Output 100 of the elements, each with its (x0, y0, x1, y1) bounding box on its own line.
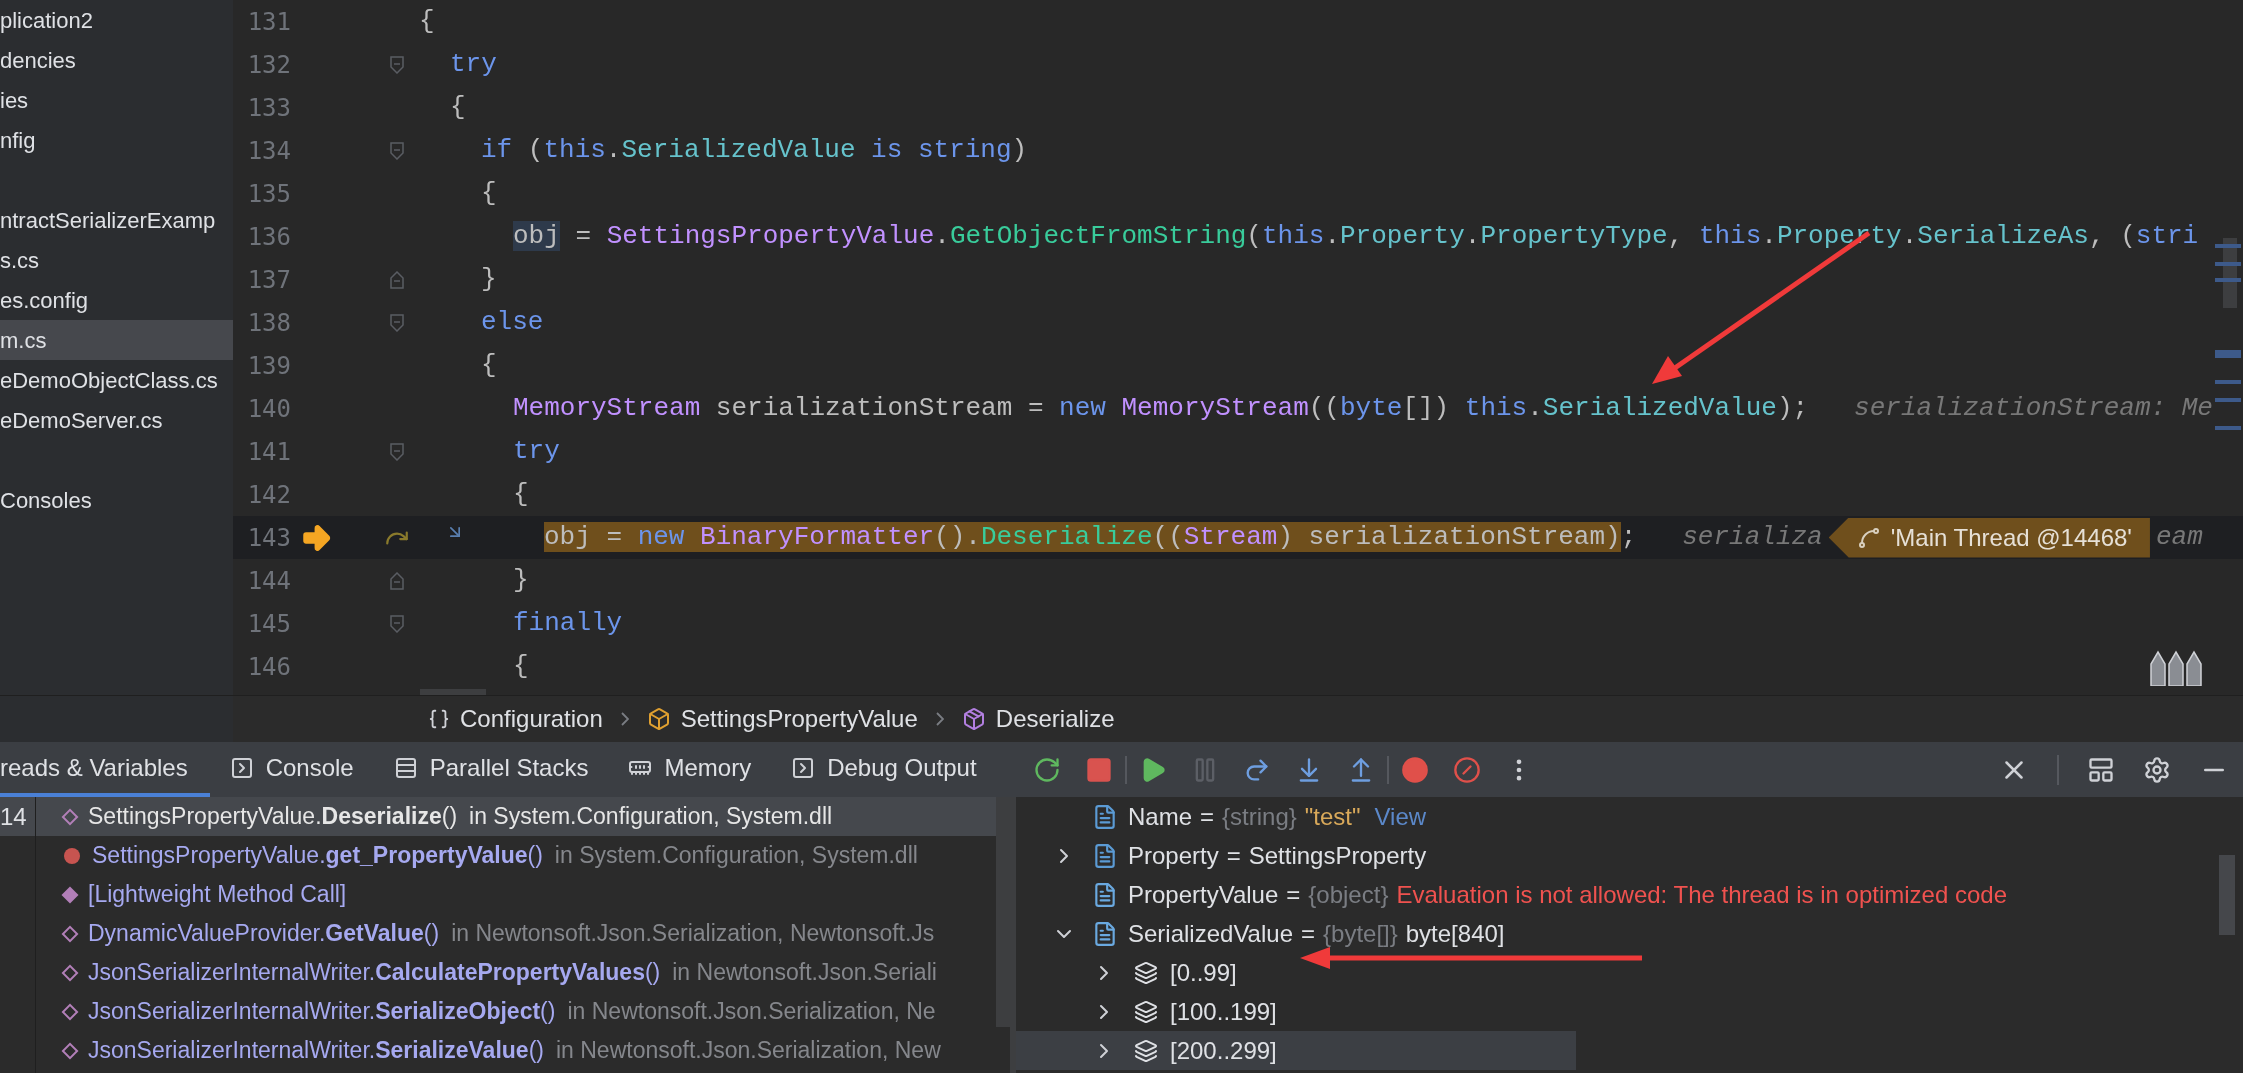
frame-row[interactable]: SettingsPropertyValue.get_PropertyValue() in System.Configuration, System.dll (36, 836, 996, 875)
file-tree-item[interactable]: es.config (0, 280, 233, 320)
code-line: try (513, 435, 560, 468)
layout-icon[interactable] (2087, 755, 2115, 784)
array-icon (1134, 1038, 1158, 1063)
code-line: { (513, 478, 529, 511)
breakpoints-icon[interactable] (1400, 755, 1429, 784)
fold-marker-icon[interactable] (390, 141, 404, 160)
code-line: { (481, 177, 497, 210)
variable-type: {string} (1222, 801, 1297, 832)
line-number: 136 (246, 221, 291, 253)
chevron-icon (935, 712, 944, 726)
rerun-icon[interactable] (1032, 755, 1061, 784)
variable-name: Property (1128, 840, 1219, 871)
tool-tab[interactable]: Console (209, 742, 374, 797)
line-number: 133 (246, 92, 291, 124)
file-tree-item[interactable]: ntractSerializerExamp (0, 200, 233, 240)
file-tree-item[interactable]: ies (0, 80, 233, 120)
fold-marker-icon[interactable] (390, 571, 404, 590)
console-icon (229, 755, 254, 780)
variable-type: {object} (1308, 879, 1389, 910)
code-line: } (481, 263, 497, 296)
file-tree-item[interactable]: Consoles (0, 480, 233, 520)
code-line: { (450, 91, 466, 124)
frame-row[interactable]: SettingsPropertyValue.Deserialize() in System.Configuration, System.dll (36, 797, 996, 836)
assignment-operator: = (1301, 918, 1315, 949)
breakpoint-icon (64, 847, 80, 864)
frame-location: in Newtonsoft.Json.Serialization, New (555, 1036, 941, 1066)
breadcrumb-item[interactable]: SettingsPropertyValue (680, 701, 918, 737)
line-number: 142 (246, 479, 291, 511)
variable-value: Evaluation is not allowed: The thread is in optimized code (1396, 879, 2007, 910)
frame-location: in Newtonsoft.Json.Serialization, Ne (567, 997, 936, 1027)
code-line: { (481, 349, 497, 382)
frame-name: DynamicValueProvider.GetValue() (88, 919, 440, 949)
code-line: obj = new BinaryFormatter().Deserialize((Stream) serializationStream); (544, 521, 1637, 554)
frame-icon (61, 964, 79, 981)
file-tree-item[interactable]: eDemoObjectClass.cs (0, 360, 233, 400)
mute-breakpoints-icon[interactable] (1452, 755, 1481, 784)
breadcrumb-item[interactable]: Configuration (460, 701, 603, 737)
line-number: 134 (246, 135, 291, 167)
line-number: 137 (246, 264, 291, 296)
file-tree-item[interactable]: s.cs (0, 240, 233, 280)
field-icon (1092, 842, 1118, 869)
frame-name: SettingsPropertyValue.get_PropertyValue() (92, 841, 543, 871)
frame-row[interactable]: JsonSerializerInternalWriter.CalculatePropertyValues() in Newtonsoft.Json.Seriali (36, 953, 996, 992)
variables-scrollbar[interactable] (2219, 855, 2235, 935)
tool-tab[interactable]: Debug Output (771, 742, 997, 797)
fold-marker-icon[interactable] (390, 270, 404, 289)
horizontal-scrollbar[interactable] (420, 689, 486, 695)
fold-marker-icon[interactable] (390, 313, 404, 332)
frame-location: in System.Configuration, System.dll (469, 802, 833, 832)
tool-tab[interactable]: Memory (608, 742, 772, 797)
property-icon (1092, 920, 1118, 947)
fold-marker-icon[interactable] (390, 442, 404, 461)
fold-marker-icon[interactable] (390, 614, 404, 633)
frame-name: JsonSerializerInternalWriter.CalculatePropertyValues() (88, 958, 661, 988)
frame-row[interactable]: DynamicValueProvider.GetValue() in Newtonsoft.Json.Serialization, Newtonsoft.Js (36, 914, 996, 953)
view-link[interactable]: View (1374, 798, 1427, 835)
code-line: { (419, 5, 435, 38)
frame-row[interactable]: [Lightweight Method Call] (36, 875, 996, 914)
assignment-operator: = (1200, 801, 1215, 832)
frame-row[interactable]: JsonSerializerInternalWriter.SerializeObject() in Newtonsoft.Json.Serialization, Ne (36, 992, 996, 1031)
pencils-icon[interactable] (2149, 650, 2203, 686)
code-line: MemoryStream serializationStream = new MemoryStream((byte[]) this.SerializedValue); (513, 392, 1809, 425)
thread-icon (1856, 525, 1881, 550)
file-tree-item[interactable]: plication2 (0, 0, 233, 40)
file-tree-item[interactable]: eDemoServer.cs (0, 400, 233, 440)
line-number: 139 (246, 350, 291, 382)
frame-row[interactable]: JsonSerializerInternalWriter.SerializeValue() in Newtonsoft.Json.Serialization, New (36, 1031, 996, 1070)
file-tree-item[interactable]: m.cs (0, 320, 233, 360)
frame-icon (61, 925, 79, 942)
assignment-operator: = (1226, 840, 1241, 871)
frame-location: in Newtonsoft.Json.Serialization, Newtonsoft.Js (451, 919, 935, 949)
range-label: [200..299] (1170, 1035, 1277, 1066)
file-tree-item[interactable]: dencies (0, 40, 233, 80)
frame-location: in Newtonsoft.Json.Seriali (672, 958, 937, 988)
line-number: 146 (246, 651, 291, 683)
array-range-row[interactable]: [0..99] (1016, 953, 1576, 992)
tool-tab[interactable]: Parallel Stacks (373, 742, 609, 797)
frame-icon (61, 808, 79, 825)
thread-label: 'Main Thread @14468' (1890, 522, 2132, 553)
variable-value: SettingsProperty (1248, 840, 1427, 871)
breadcrumb-item[interactable]: Deserialize (995, 701, 1115, 737)
frame-name: SettingsPropertyValue.Deserialize() (88, 802, 458, 832)
code-line: } (513, 564, 529, 597)
settings-icon[interactable] (2143, 755, 2171, 784)
file-tree-item[interactable]: nfig (0, 120, 233, 160)
stacks-icon (393, 755, 418, 780)
fold-marker-icon[interactable] (390, 55, 404, 74)
variable-name: SerializedValue (1128, 918, 1293, 949)
inline-hint: eam (2155, 521, 2203, 554)
thread-item[interactable]: 14 (0, 797, 35, 836)
frame-icon (61, 1042, 79, 1059)
line-number: 140 (246, 393, 291, 425)
frame-location: in System.Configuration, System.dll (554, 841, 918, 871)
stop-icon[interactable] (1084, 755, 1113, 784)
method-icon (961, 707, 986, 731)
array-range-row[interactable]: [100..199] (1016, 992, 1576, 1031)
array-range-row[interactable]: [200..299] (1016, 1031, 1576, 1070)
line-number: 132 (246, 49, 291, 81)
